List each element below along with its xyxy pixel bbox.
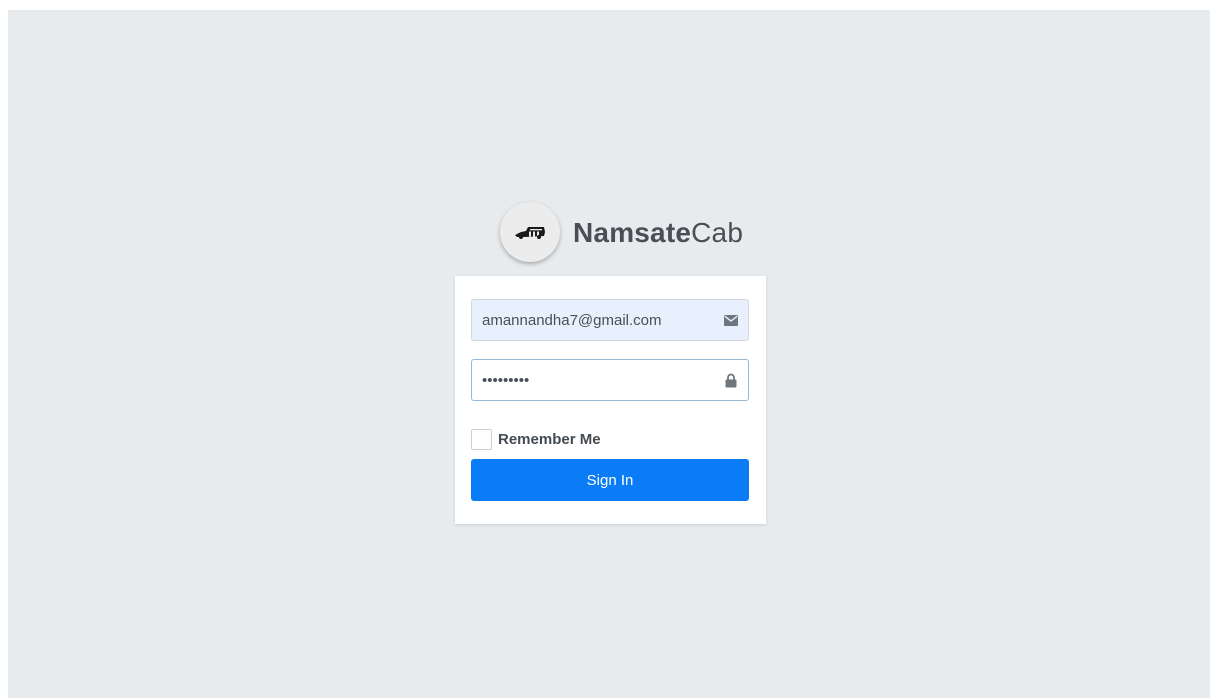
remember-me-checkbox[interactable]	[471, 428, 492, 450]
brand-title: NamsateCab	[573, 217, 744, 248]
lock-icon	[725, 373, 737, 387]
password-field-group	[471, 359, 749, 401]
page-background: NamsateCab Remember Me	[8, 10, 1210, 698]
email-input[interactable]	[472, 300, 714, 340]
login-card: Remember Me Sign In	[455, 276, 766, 524]
logo-badge	[500, 202, 560, 262]
password-addon	[714, 360, 748, 400]
sign-in-button[interactable]: Sign In	[471, 459, 749, 501]
remember-me-label: Remember Me	[498, 430, 601, 448]
remember-me-row: Remember Me	[471, 427, 601, 451]
password-input[interactable]	[472, 360, 714, 400]
envelope-icon	[724, 314, 738, 326]
email-field-group	[471, 299, 749, 341]
brand-header: NamsateCab	[500, 193, 744, 273]
car-logo-icon	[515, 227, 545, 239]
email-addon	[714, 300, 748, 340]
